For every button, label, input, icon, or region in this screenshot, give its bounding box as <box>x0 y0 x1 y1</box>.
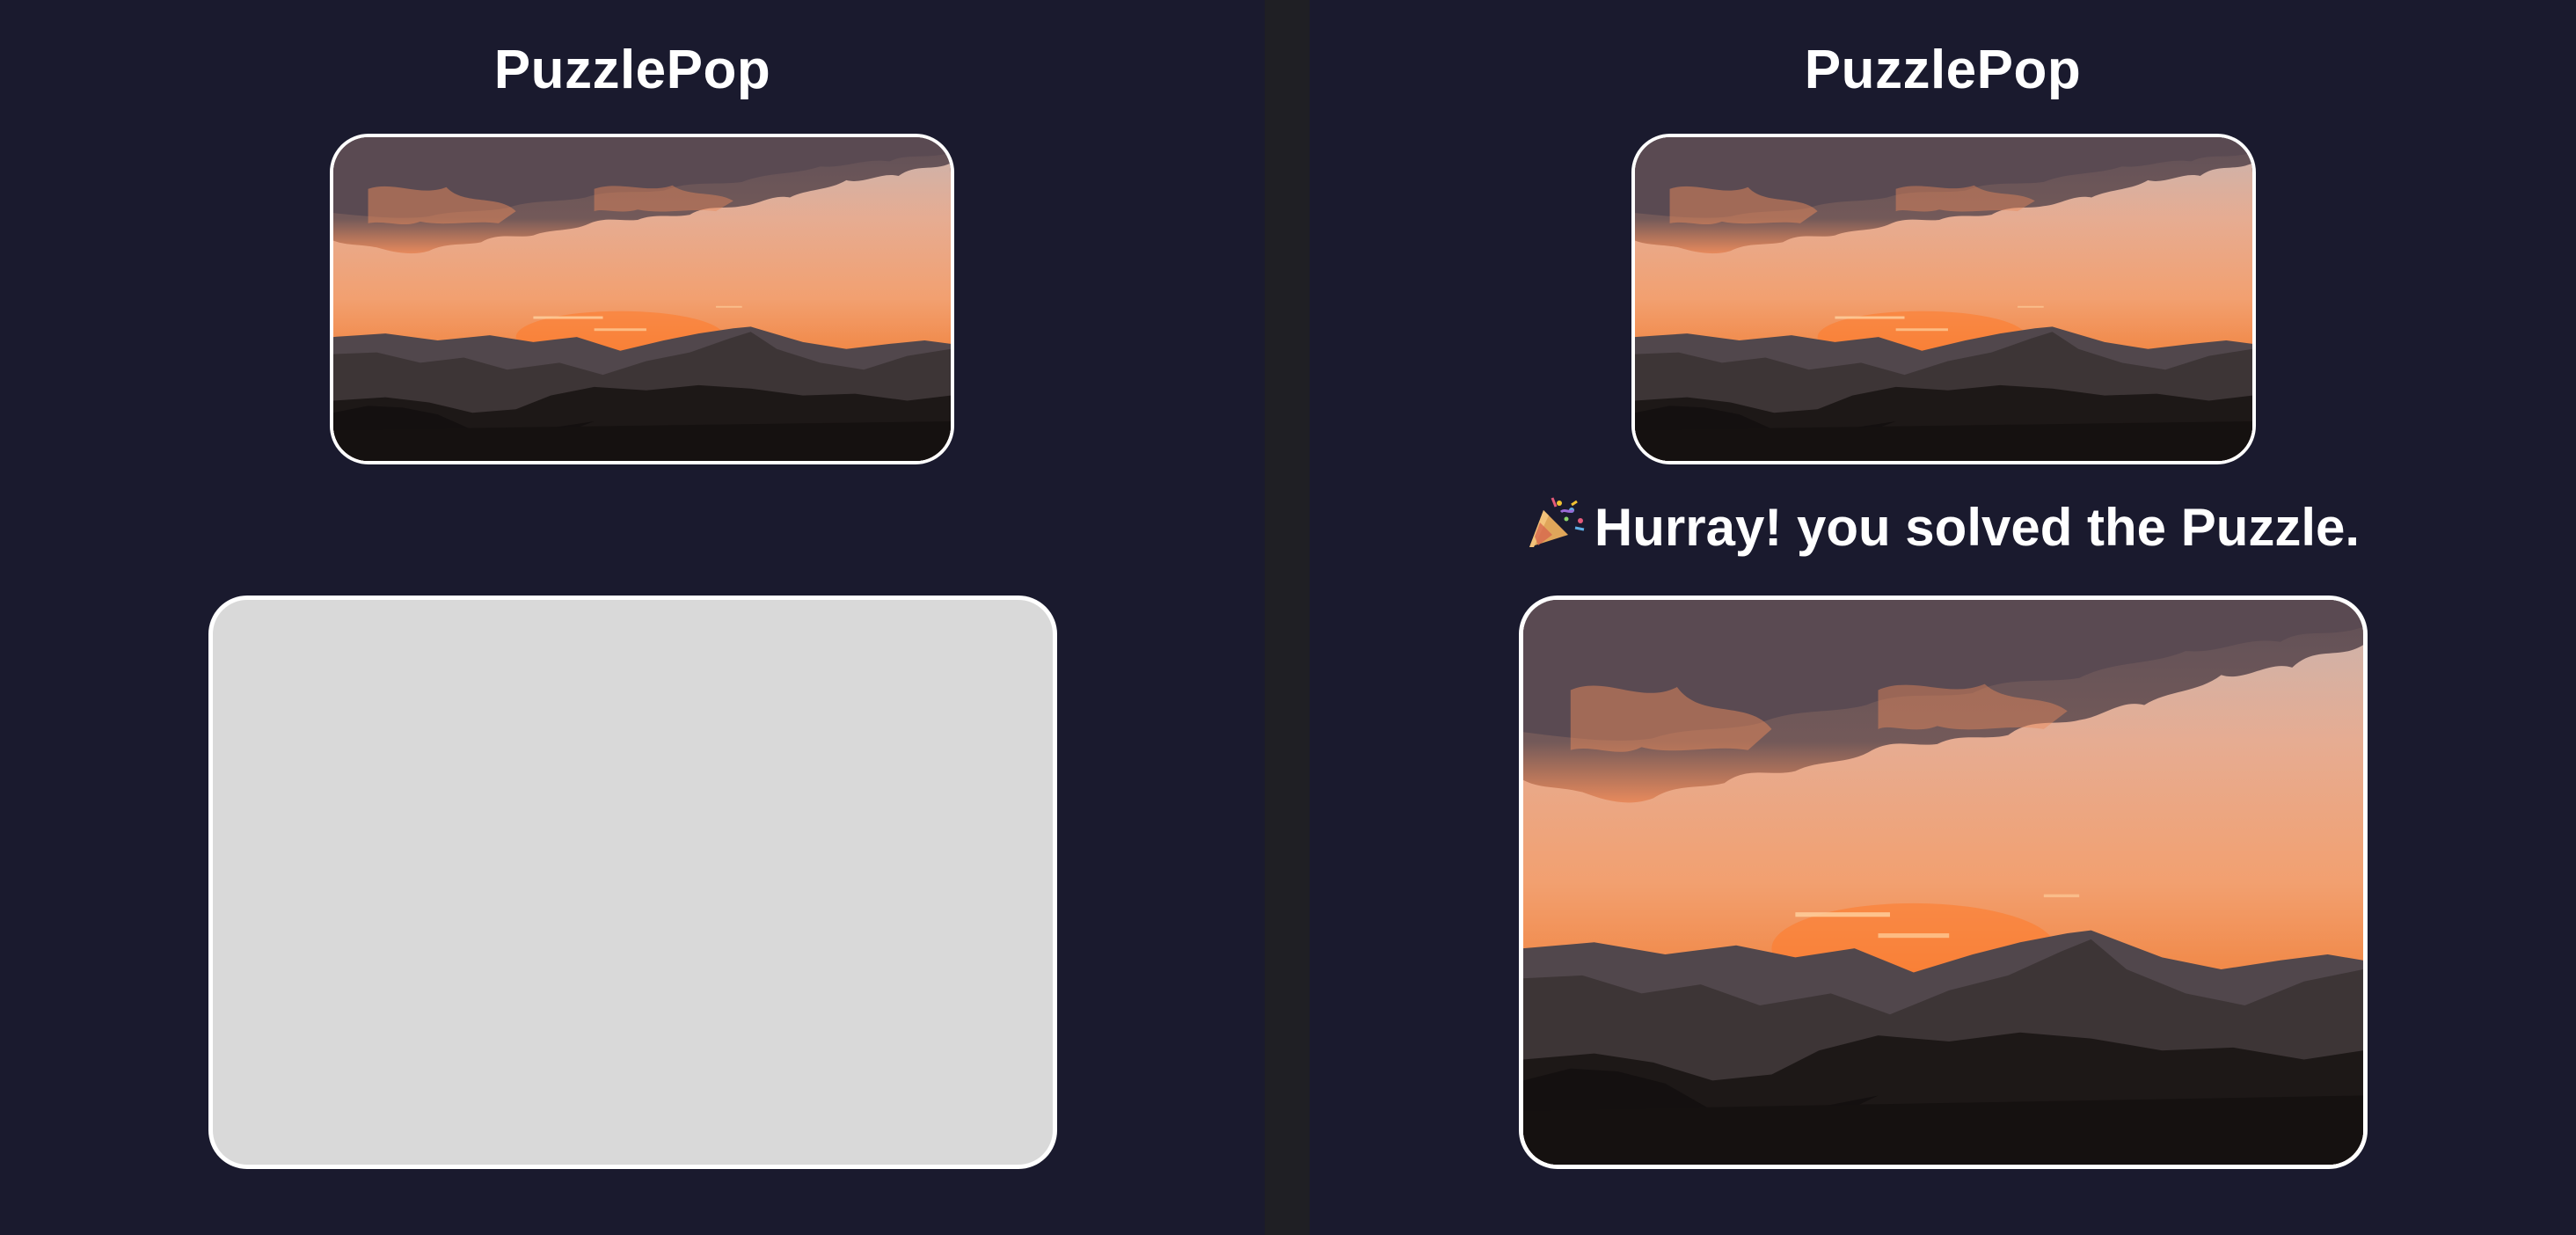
puzzle-board[interactable] <box>208 596 1057 1169</box>
sunset-image <box>1523 600 2363 1165</box>
success-message-text: Hurray! you solved the Puzzle. <box>1594 498 2361 557</box>
panel-divider <box>1265 0 1310 1235</box>
success-message: Hurray! you solved the Puzzle. <box>1310 493 2576 563</box>
app-title: PuzzlePop <box>1804 40 2082 100</box>
app-title: PuzzlePop <box>493 40 771 100</box>
solved-puzzle-image <box>1519 596 2368 1169</box>
right-panel: PuzzlePop Hurray! you solved the Puzzle. <box>1310 0 2576 1235</box>
party-popper-icon <box>1526 494 1591 551</box>
reference-image <box>1631 134 2256 464</box>
reference-image <box>330 134 954 464</box>
left-panel: PuzzlePop <box>0 0 1265 1235</box>
sunset-image <box>333 137 951 461</box>
sunset-image <box>1635 137 2252 461</box>
